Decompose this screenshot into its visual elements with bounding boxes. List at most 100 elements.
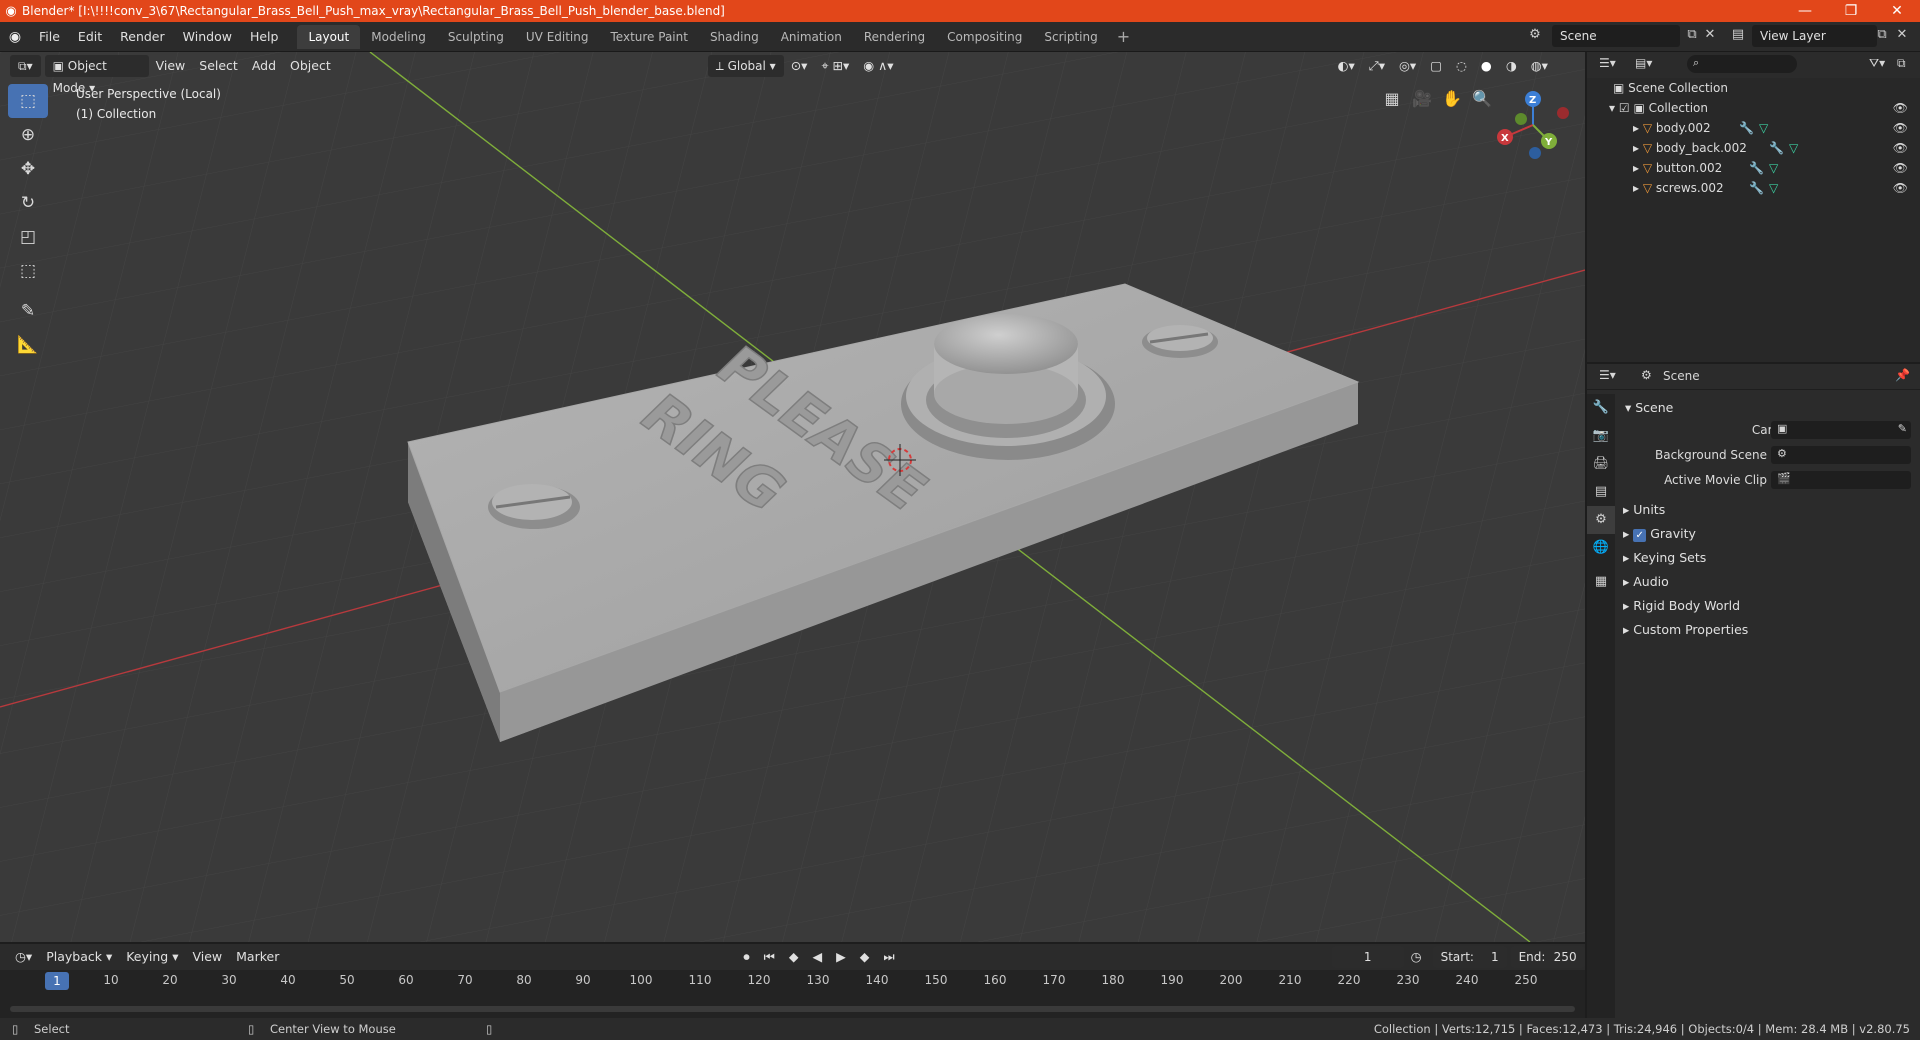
- viewport-menu-view[interactable]: View: [149, 55, 193, 77]
- eye-icon[interactable]: 👁: [1893, 138, 1908, 158]
- outliner-search-input[interactable]: ⌕: [1687, 55, 1797, 73]
- add-workspace-icon[interactable]: +: [1109, 27, 1138, 46]
- preview-range-icon[interactable]: ◷: [1404, 946, 1429, 968]
- outliner-item-body-back[interactable]: ▸ ▽ body_back.002 🔧 ▽ 👁: [1587, 138, 1920, 158]
- move-tool-icon[interactable]: ✥: [8, 152, 48, 186]
- timeline-editor-type-icon[interactable]: ◷▾: [8, 946, 39, 968]
- scene-panel-header[interactable]: ▾ Scene: [1625, 400, 1673, 415]
- timeline-menu-keying[interactable]: Keying ▾: [119, 946, 185, 968]
- select-box-tool-icon[interactable]: ⬚: [8, 84, 48, 118]
- camera-view-icon[interactable]: 🎥: [1408, 85, 1436, 113]
- jump-start-icon[interactable]: ⏮: [757, 946, 782, 968]
- zoom-view-icon[interactable]: 🔍: [1468, 85, 1496, 113]
- xray-icon[interactable]: ▢: [1423, 55, 1449, 77]
- playhead[interactable]: 1: [45, 972, 69, 990]
- outliner-item-screws[interactable]: ▸ ▽ screws.002 🔧 ▽ 👁: [1587, 178, 1920, 198]
- filter-icon[interactable]: ⛛▾: [1869, 56, 1885, 71]
- annotate-tool-icon[interactable]: ✎: [8, 294, 48, 328]
- tab-rendering[interactable]: Rendering: [853, 25, 936, 49]
- mesh-data-icon[interactable]: ▽: [1759, 118, 1768, 138]
- modifier-icon[interactable]: 🔧: [1769, 138, 1784, 158]
- viewport-menu-add[interactable]: Add: [245, 55, 283, 77]
- gravity-checkbox[interactable]: ✓: [1633, 529, 1647, 542]
- outliner-item-body[interactable]: ▸ ▽ body.002 🔧 ▽ 👁: [1587, 118, 1920, 138]
- eye-icon[interactable]: 👁: [1893, 98, 1908, 118]
- visibility-icon[interactable]: ◐▾: [1331, 55, 1362, 77]
- start-frame-field[interactable]: Start: 1: [1432, 946, 1507, 968]
- menu-help[interactable]: Help: [241, 22, 288, 52]
- pin-icon[interactable]: 📌: [1895, 368, 1910, 382]
- display-mode-icon[interactable]: ▤▾: [1635, 56, 1652, 70]
- new-scene-icon[interactable]: ⧉: [1682, 25, 1702, 45]
- 3d-viewport[interactable]: PLEASE RING Z X Y ⧉▾ ▣ Object Mode ▾ Vie…: [0, 52, 1585, 942]
- eye-icon[interactable]: 👁: [1893, 118, 1908, 138]
- transform-tool-icon[interactable]: ⬚: [8, 254, 48, 288]
- audio-panel[interactable]: ▸ Audio: [1623, 574, 1669, 589]
- toggle-ortho-icon[interactable]: ▦: [1378, 85, 1406, 113]
- view-layer-tab-icon[interactable]: ▤: [1587, 478, 1615, 506]
- blender-menu-icon[interactable]: ◉: [0, 29, 30, 45]
- menu-window[interactable]: Window: [174, 22, 241, 52]
- jump-end-icon[interactable]: ⏭: [876, 946, 901, 968]
- outliner-item-button[interactable]: ▸ ▽ button.002 🔧 ▽ 👁: [1587, 158, 1920, 178]
- modifier-icon[interactable]: 🔧: [1749, 178, 1764, 198]
- modifier-icon[interactable]: 🔧: [1749, 158, 1764, 178]
- menu-file[interactable]: File: [30, 22, 69, 52]
- output-tab-icon[interactable]: 🖨: [1587, 450, 1615, 478]
- next-keyframe-icon[interactable]: ◆: [853, 946, 877, 968]
- custom-properties-panel[interactable]: ▸ Custom Properties: [1623, 622, 1748, 637]
- editor-type-icon[interactable]: ⧉▾: [10, 55, 41, 77]
- solid-shading-icon[interactable]: ●: [1474, 55, 1499, 77]
- viewport-menu-select[interactable]: Select: [192, 55, 245, 77]
- timeline-menu-playback[interactable]: Playback ▾: [39, 946, 119, 968]
- delete-scene-icon[interactable]: ✕: [1700, 25, 1720, 45]
- collection-checkbox[interactable]: ☑: [1619, 101, 1630, 115]
- current-frame-field[interactable]: 1: [1331, 946, 1404, 968]
- mesh-data-icon[interactable]: ▽: [1789, 138, 1798, 158]
- tool-tab-icon[interactable]: 🔧: [1587, 394, 1615, 422]
- eyedropper-icon[interactable]: ✎: [1898, 422, 1907, 435]
- cursor-tool-icon[interactable]: ⊕: [8, 118, 48, 152]
- rigid-body-world-panel[interactable]: ▸ Rigid Body World: [1623, 598, 1740, 613]
- pivot-point-icon[interactable]: ⊙▾: [784, 55, 815, 77]
- tab-compositing[interactable]: Compositing: [936, 25, 1033, 49]
- proportional-editing-icon[interactable]: ◉ ∧▾: [856, 55, 900, 77]
- wireframe-shading-icon[interactable]: ◌: [1449, 55, 1474, 77]
- play-icon[interactable]: ▶: [829, 946, 853, 968]
- scene-tab-icon[interactable]: ⚙: [1587, 506, 1615, 534]
- delete-view-layer-icon[interactable]: ✕: [1892, 25, 1912, 45]
- world-tab-icon[interactable]: 🌐: [1587, 534, 1615, 562]
- record-icon[interactable]: ⏺: [736, 946, 756, 968]
- prev-keyframe-icon[interactable]: ◆: [782, 946, 806, 968]
- view-layer-field[interactable]: View Layer: [1752, 25, 1877, 47]
- mesh-data-icon[interactable]: ▽: [1769, 158, 1778, 178]
- expand-arrow-icon[interactable]: ▸: [1633, 141, 1639, 155]
- properties-editor-type-icon[interactable]: ☰▾: [1599, 368, 1616, 382]
- timeline-scrollbar[interactable]: [10, 1006, 1575, 1012]
- outliner-collection[interactable]: ▾ ☑ ▣ Collection 👁: [1587, 98, 1920, 118]
- background-scene-field[interactable]: ⚙: [1771, 446, 1911, 464]
- render-tab-icon[interactable]: 📷: [1587, 422, 1615, 450]
- restore-button[interactable]: ❐: [1828, 0, 1874, 22]
- expand-arrow-icon[interactable]: ▸: [1633, 121, 1639, 135]
- menu-render[interactable]: Render: [111, 22, 174, 52]
- new-view-layer-icon[interactable]: ⧉: [1872, 25, 1892, 45]
- overlays-icon[interactable]: ◎▾: [1392, 55, 1423, 77]
- rendered-shading-icon[interactable]: ◍▾: [1524, 55, 1555, 77]
- timeline-menu-marker[interactable]: Marker: [229, 946, 286, 968]
- expand-arrow-icon[interactable]: ▾: [1609, 101, 1615, 115]
- pan-view-icon[interactable]: ✋: [1438, 85, 1466, 113]
- outliner-editor-type-icon[interactable]: ☰▾: [1599, 56, 1616, 70]
- tab-scripting[interactable]: Scripting: [1033, 25, 1108, 49]
- gravity-panel[interactable]: ▸ ✓ Gravity: [1623, 526, 1696, 542]
- minimize-button[interactable]: —: [1782, 0, 1828, 22]
- object-mode-dropdown[interactable]: ▣ Object Mode ▾: [44, 55, 149, 95]
- viewport-menu-object[interactable]: Object: [283, 55, 338, 77]
- keying-sets-panel[interactable]: ▸ Keying Sets: [1623, 550, 1706, 565]
- outliner-scene-collection[interactable]: ▣ Scene Collection: [1587, 78, 1920, 98]
- units-panel[interactable]: ▸ Units: [1623, 502, 1665, 517]
- active-movie-clip-field[interactable]: 🎬: [1771, 471, 1911, 489]
- camera-field[interactable]: ▣ ✎: [1771, 421, 1911, 439]
- transform-orientation-dropdown[interactable]: ⟂ Global ▾: [707, 55, 784, 77]
- tab-sculpting[interactable]: Sculpting: [437, 25, 515, 49]
